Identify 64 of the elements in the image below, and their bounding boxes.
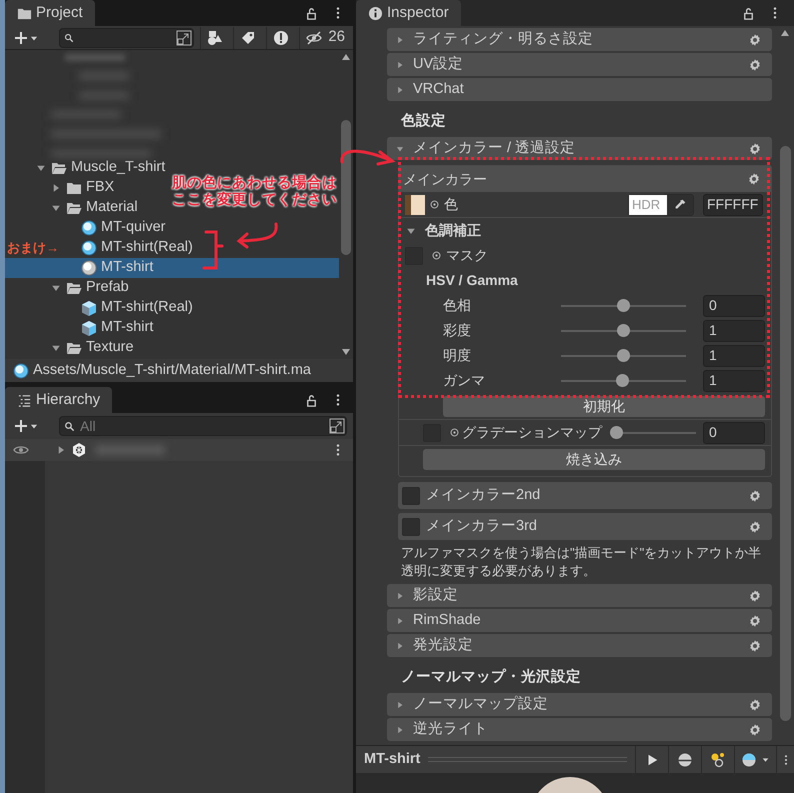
annotation-text: ここを変更してください [172, 192, 337, 209]
number-field[interactable]: 1 [703, 370, 765, 392]
number-field[interactable]: 0 [703, 294, 765, 316]
foldout-header[interactable]: 影設定 [387, 584, 772, 607]
tree-item[interactable]: MT-shirt [5, 258, 339, 278]
number-field[interactable]: 1 [703, 344, 765, 366]
field-label: 色相 [443, 296, 472, 315]
action-button[interactable]: 焼き込み [423, 448, 765, 470]
number-field[interactable]: 0 [703, 422, 765, 444]
toggle-section-header[interactable]: メインカラー2nd [398, 482, 772, 509]
tree-item[interactable]: Texture [50, 338, 134, 358]
foldout-label: 発光設定 [413, 636, 473, 655]
foldout-header[interactable]: ノーマルマップ設定 [387, 693, 772, 716]
annotation-text: 肌の色にあわせる場合は [172, 175, 337, 191]
foldout-header[interactable]: 逆光ライト [387, 718, 772, 741]
field-label: マスク [446, 246, 488, 265]
tree-item[interactable]: MT-shirt(Real) [81, 298, 193, 318]
foldout-label: RimShade [413, 610, 481, 630]
field-label: 明度 [443, 346, 472, 365]
tree-item[interactable]: FBX [50, 178, 114, 198]
tree-item[interactable]: MT-shirt(Real) [81, 238, 193, 258]
foldout-header[interactable]: VRChat [387, 78, 772, 101]
section-heading: 色設定 [400, 112, 446, 132]
tree-item[interactable]: MT-quiver [81, 218, 166, 238]
search-field[interactable]: All [59, 416, 347, 436]
field-label: ガンマ [443, 371, 486, 390]
section-label[interactable]: 色調補正 [425, 220, 481, 241]
foldout-header[interactable]: ライティング・明るさ設定 [387, 28, 772, 51]
section-heading: ノーマルマップ・光沢設定 [400, 668, 581, 688]
foldout-header[interactable]: 発光設定 [387, 634, 772, 657]
field-label: 色 [444, 195, 458, 214]
foldout-label: メインカラー / 透過設定 [413, 138, 576, 158]
foldout-label: ライティング・明るさ設定 [413, 30, 593, 49]
preview-title: MT-shirt [363, 750, 422, 769]
annotation-text: おまけ→ [7, 239, 59, 257]
tree-item[interactable]: MT-shirt [81, 318, 154, 338]
action-button[interactable]: 初期化 [443, 396, 765, 416]
hex-field[interactable]: FFFFFF [703, 194, 763, 216]
section-label: メインカラー2nd [426, 486, 540, 505]
hidden-packages-button[interactable]: 26 [299, 26, 350, 48]
foldout-label: 影設定 [413, 586, 458, 605]
help-text: アルファマスクを使う場合は"描画モード"をカットアウトか半透明に変更する必要があります。 [400, 544, 762, 580]
hdr-label: HDR [629, 194, 667, 214]
foldout-label: 逆光ライト [413, 720, 488, 739]
foldout-label: ノーマルマップ設定 [413, 694, 548, 714]
foldout-header[interactable]: メインカラー / 透過設定 [387, 137, 772, 160]
field-label: グラデーションマップ [462, 423, 602, 442]
field-label: 彩度 [443, 321, 472, 340]
subsection-heading: HSV / Gamma [425, 271, 518, 290]
section-label: メインカラー3rd [426, 516, 537, 536]
asset-path: Assets/Muscle_T-shirt/Material/MT-shirt.ma [33, 360, 311, 380]
tree-item[interactable]: Material [50, 198, 138, 218]
number-field[interactable]: 1 [703, 320, 765, 342]
project-tab[interactable]: Project [5, 0, 95, 26]
tree-item[interactable]: Prefab [50, 278, 129, 298]
toggle-section-header[interactable]: メインカラー3rd [398, 513, 772, 540]
inspector-tab[interactable]: Inspector [356, 0, 461, 26]
group-title: メインカラー [403, 170, 487, 188]
foldout-label: VRChat [413, 80, 464, 99]
foldout-header[interactable]: RimShade [387, 609, 772, 632]
foldout-header[interactable]: UV設定 [387, 53, 772, 76]
tree-item[interactable]: Muscle_T-shirt [35, 158, 166, 178]
foldout-label: UV設定 [413, 54, 464, 74]
hierarchy-tab[interactable]: Hierarchy [5, 387, 112, 413]
